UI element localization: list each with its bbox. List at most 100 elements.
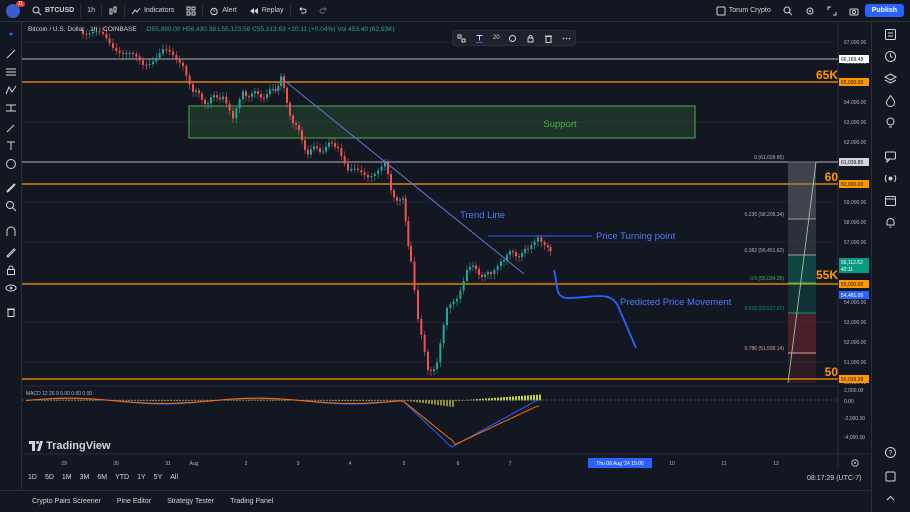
snapshot-button[interactable]	[843, 0, 865, 22]
magnet-icon[interactable]	[5, 226, 17, 238]
layout-button[interactable]: Torum Crypto	[710, 0, 777, 22]
candle-body	[292, 115, 294, 124]
candle-body	[547, 245, 549, 248]
candle-body	[543, 241, 546, 246]
price-tag: 42:11	[839, 265, 869, 273]
eye-icon[interactable]	[5, 282, 17, 294]
crosshair-time-label: Thu 08 Aug '24 15:00	[596, 461, 644, 467]
tradingview-logo[interactable]: TradingView	[29, 440, 111, 452]
range-ytd[interactable]: YTD	[115, 474, 129, 481]
settings-icon[interactable]	[508, 34, 517, 43]
price-tag: 61,039.85	[839, 158, 869, 166]
candle-body	[521, 253, 523, 257]
expand-icon[interactable]	[884, 492, 897, 505]
lock-icon[interactable]	[526, 34, 535, 43]
time-axis[interactable]: 293031Aug2345679101112	[61, 461, 779, 467]
range-1y[interactable]: 1Y	[137, 474, 146, 481]
clock[interactable]: 08:17:29 (UTC-7)	[807, 475, 861, 482]
range-5d[interactable]: 5D	[45, 474, 54, 481]
range-6m[interactable]: 6M	[97, 474, 107, 481]
layers-icon[interactable]	[884, 72, 897, 85]
undo-icon	[298, 6, 307, 13]
fullscreen-button[interactable]	[821, 0, 843, 22]
bell-icon[interactable]	[884, 216, 897, 229]
candle-body	[105, 33, 108, 39]
symbol-search-button[interactable]: BTCUSD	[26, 0, 80, 22]
range-all[interactable]: All	[170, 474, 178, 481]
brush-icon[interactable]	[5, 122, 17, 134]
fib-retracement[interactable]	[787, 161, 817, 384]
redo-button[interactable]	[313, 0, 335, 22]
candle-body	[142, 60, 144, 65]
crosshair-icon[interactable]	[5, 28, 17, 40]
streams-icon[interactable]	[884, 172, 897, 185]
help-icon[interactable]: ?	[884, 446, 897, 459]
emoji-icon[interactable]	[5, 158, 17, 170]
chart-settings-icon[interactable]	[851, 459, 859, 467]
chat-icon[interactable]	[884, 150, 897, 163]
ruler-icon[interactable]	[5, 182, 17, 194]
price-chart[interactable]: 0 (61,039.85) 0.236 (58,205.34) 0.382 (5…	[22, 22, 870, 490]
range-3m[interactable]: 3M	[80, 474, 90, 481]
text-color-icon[interactable]	[475, 34, 484, 43]
quick-search-button[interactable]	[777, 0, 799, 22]
top-toolbar: 11 BTCUSD 1h Indicators Alert Replay Tor…	[0, 0, 910, 22]
pencil-lock-icon[interactable]	[5, 246, 17, 258]
price-axis-label: 58,000.00	[844, 220, 866, 226]
fire-icon[interactable]	[884, 94, 897, 107]
trash-icon[interactable]	[5, 306, 17, 318]
support-zone[interactable]	[188, 105, 696, 139]
line-width-value[interactable]: 20	[493, 35, 500, 41]
alerts-clock-icon[interactable]	[884, 50, 897, 63]
range-5y[interactable]: 5Y	[154, 474, 163, 481]
tab-pine-editor[interactable]: Pine Editor	[109, 498, 159, 505]
search-icon	[783, 6, 793, 15]
template-icon[interactable]	[457, 34, 466, 43]
ohlc-values: O55,890.00 H56,430.38 L55,123.56 C55,313…	[146, 26, 395, 33]
watchlist-icon[interactable]	[884, 28, 897, 41]
ideas-icon[interactable]	[884, 116, 897, 129]
tab-crypto-pairs-screener[interactable]: Crypto Pairs Screener	[24, 498, 109, 505]
publish-button[interactable]: Publish	[864, 4, 904, 17]
text-tool-icon[interactable]	[5, 140, 17, 152]
calendar-icon[interactable]	[884, 194, 897, 207]
zoom-icon[interactable]	[5, 200, 17, 212]
chart-legend[interactable]: Bitcoin / U.S. Dollar · 1h · COINBASE O5…	[28, 26, 395, 33]
candle-body	[337, 146, 339, 148]
tab-trading-panel[interactable]: Trading Panel	[222, 498, 281, 505]
candle-body	[452, 301, 455, 305]
trash-icon[interactable]	[544, 34, 553, 43]
macd-histogram-bar	[92, 399, 94, 401]
indicators-label: Indicators	[143, 7, 175, 14]
notifications-icon[interactable]	[884, 470, 897, 483]
grid-icon	[186, 6, 196, 15]
settings-button[interactable]	[799, 0, 821, 22]
level-label-65k: 65K	[816, 68, 838, 82]
range-1d[interactable]: 1D	[28, 474, 37, 481]
more-icon[interactable]	[562, 34, 571, 43]
tab-strategy-tester[interactable]: Strategy Tester	[159, 498, 222, 505]
interval-button[interactable]: 1h	[81, 0, 101, 22]
alert-button[interactable]: Alert	[203, 0, 242, 22]
projection-icon[interactable]	[5, 102, 17, 114]
candle-body	[530, 245, 533, 250]
pattern-icon[interactable]	[5, 84, 17, 96]
undo-button[interactable]	[291, 0, 313, 22]
price-axis[interactable]: 67,000.0066,000.0065,000.0064,000.0063,0…	[844, 40, 866, 386]
lock-icon[interactable]	[5, 264, 17, 276]
macd-histogram-bar	[344, 400, 346, 402]
templates-button[interactable]	[180, 0, 202, 22]
candle-body	[413, 261, 416, 291]
bar-style-button[interactable]	[102, 0, 124, 22]
fib-tool-icon[interactable]	[5, 66, 17, 78]
replay-button[interactable]: Replay	[243, 0, 290, 22]
avatar[interactable]: 11	[6, 0, 25, 18]
candle-body	[363, 172, 366, 176]
layout-icon	[716, 6, 726, 15]
candle-body	[430, 370, 432, 372]
indicators-button[interactable]: Indicators	[125, 0, 180, 22]
macd-histogram-bar	[425, 400, 427, 404]
candle-body	[373, 173, 376, 176]
trend-line-icon[interactable]	[5, 48, 17, 60]
range-1m[interactable]: 1M	[62, 474, 72, 481]
